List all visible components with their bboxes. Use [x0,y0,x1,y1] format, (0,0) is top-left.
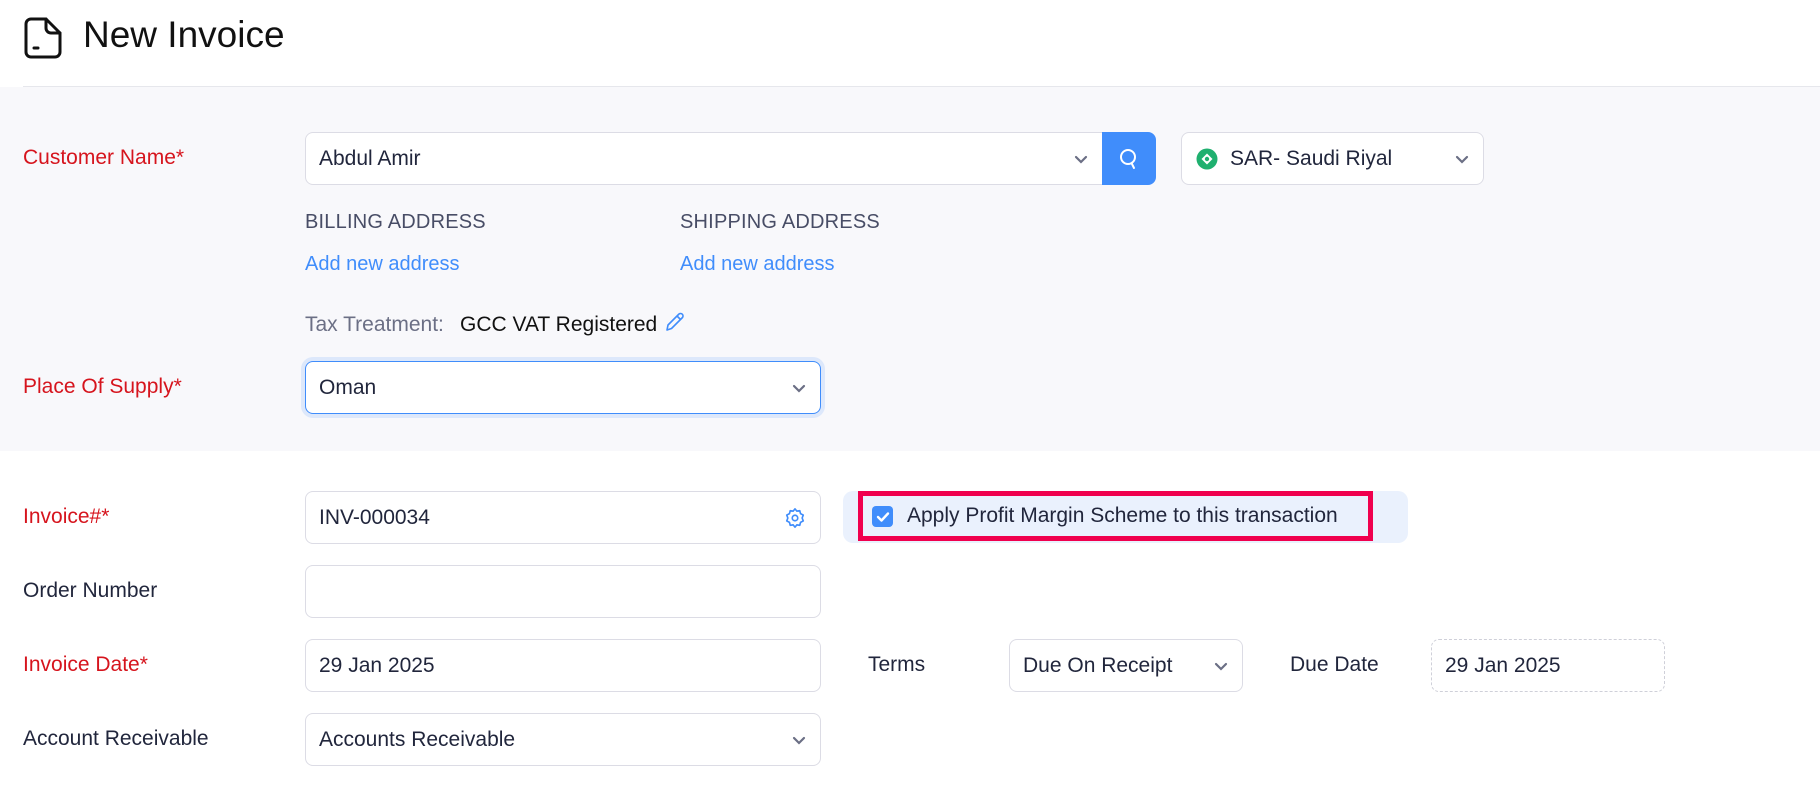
billing-address-heading: BILLING ADDRESS [305,211,486,233]
order-number-input[interactable] [305,565,821,618]
due-date-input[interactable]: 29 Jan 2025 [1431,639,1665,692]
place-of-supply-value: Oman [319,375,377,399]
terms-value: Due On Receipt [1023,653,1173,677]
chevron-down-icon [1214,662,1228,671]
account-receivable-select[interactable]: Accounts Receivable [305,713,821,766]
place-of-supply-select[interactable]: Oman [305,361,821,414]
customer-name-label: Customer Name* [23,146,185,169]
due-date-label: Due Date [1290,653,1379,676]
tax-treatment-label: Tax Treatment: [305,313,444,336]
chevron-down-icon [1074,155,1088,164]
shipping-address-heading: SHIPPING ADDRESS [680,211,880,233]
pencil-icon[interactable] [664,311,686,333]
invoice-number-input[interactable]: INV-000034 [305,491,821,544]
chevron-down-icon [1455,155,1469,164]
place-of-supply-label: Place Of Supply* [23,375,182,398]
shipping-add-address-link[interactable]: Add new address [680,253,835,276]
profit-margin-checkbox[interactable] [872,506,893,527]
chevron-down-icon [792,384,806,393]
currency-value: SAR- Saudi Riyal [1230,146,1393,170]
invoice-number-label: Invoice#* [23,505,110,528]
tax-treatment-value: GCC VAT Registered [460,313,658,336]
invoice-number-value: INV-000034 [319,505,430,529]
page-header: New Invoice [0,0,1820,86]
due-date-value: 29 Jan 2025 [1445,653,1561,677]
account-receivable-value: Accounts Receivable [319,727,516,751]
order-number-label: Order Number [23,579,158,602]
customer-name-select[interactable]: Abdul Amir [305,132,1103,185]
checkmark-icon [876,511,889,522]
terms-select[interactable]: Due On Receipt [1009,639,1243,692]
currency-icon [1196,148,1218,169]
search-icon [1120,148,1136,169]
page-title: New Invoice [83,14,285,55]
customer-name-value: Abdul Amir [319,146,421,170]
invoice-date-value: 29 Jan 2025 [319,653,435,677]
document-icon [24,17,62,59]
chevron-down-icon [792,736,806,745]
billing-add-address-link[interactable]: Add new address [305,253,460,276]
customer-search-button[interactable] [1102,132,1156,185]
invoice-date-input[interactable]: 29 Jan 2025 [305,639,821,692]
account-receivable-label: Account Receivable [23,727,209,750]
invoice-date-label: Invoice Date* [23,653,148,676]
currency-select[interactable]: SAR- Saudi Riyal [1181,132,1484,185]
gear-icon[interactable] [784,507,806,529]
terms-label: Terms [868,653,926,676]
profit-margin-label[interactable]: Apply Profit Margin Scheme to this trans… [907,504,1338,528]
